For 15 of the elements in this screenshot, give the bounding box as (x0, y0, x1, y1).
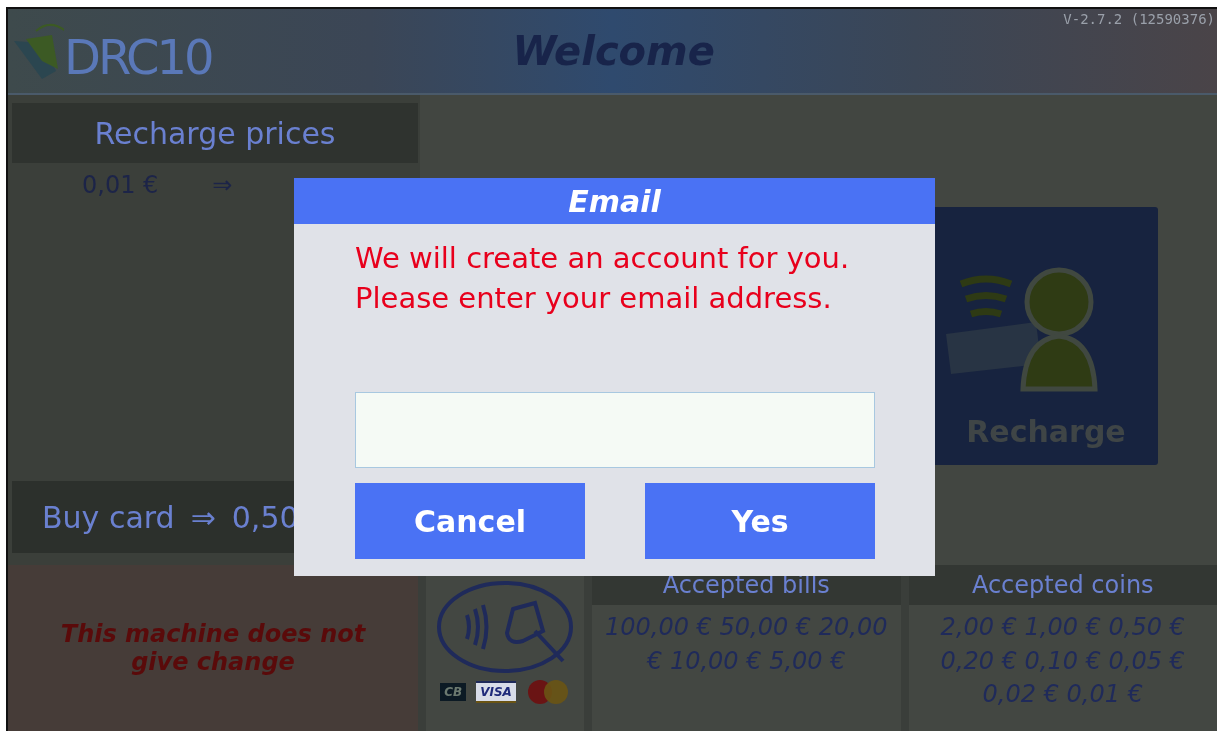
leaf-logo-icon (12, 21, 64, 81)
dialog-title: Email (294, 178, 935, 224)
cancel-button[interactable]: Cancel (355, 483, 585, 559)
overlapping-circles-logo-icon (525, 679, 570, 705)
logo-text: DRC10 (64, 33, 212, 81)
contactless-payment-icon (435, 579, 575, 675)
card-brand-logo: VISA (476, 681, 516, 703)
email-input-field[interactable] (355, 392, 875, 468)
dialog-message: We will create an account for you. Please enter your email address. (355, 240, 851, 317)
arrow-symbol: ⇒ (212, 171, 233, 199)
card-brand-logo: CB (440, 683, 467, 701)
recharge-prices-header: Recharge prices (12, 103, 418, 163)
accepted-coins-header: Accepted coins (908, 565, 1217, 605)
yes-button[interactable]: Yes (645, 483, 875, 559)
version-label: V-2.7.2 (12590376) (1063, 11, 1215, 27)
